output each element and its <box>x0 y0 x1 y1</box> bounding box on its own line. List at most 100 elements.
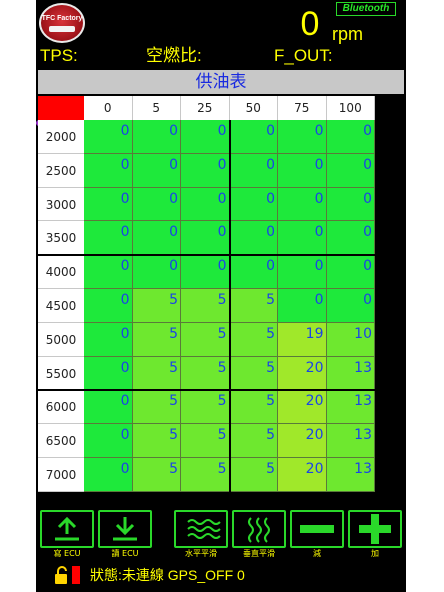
fuel-cell[interactable]: 0 <box>132 221 181 256</box>
row-header-rpm: 4500 <box>38 289 84 323</box>
read-ecu-button[interactable] <box>98 510 152 548</box>
fuel-cell[interactable]: 0 <box>181 153 230 188</box>
fuel-cell[interactable]: 5 <box>181 322 230 357</box>
fuel-cell[interactable]: 5 <box>132 356 181 391</box>
minus-button[interactable] <box>290 510 344 548</box>
fuel-cell[interactable]: 5 <box>132 322 181 357</box>
fuel-cell[interactable]: 13 <box>326 458 375 492</box>
fuel-cell[interactable]: 13 <box>326 424 375 458</box>
fuel-cell[interactable]: 19 <box>278 322 327 357</box>
fuel-cell[interactable]: 0 <box>278 187 327 222</box>
download-icon <box>113 517 137 541</box>
afr-label: 空燃比: <box>146 46 202 65</box>
fuel-cell[interactable]: 5 <box>132 458 181 492</box>
fuel-cell[interactable]: 0 <box>132 187 181 222</box>
fuel-cell[interactable]: 13 <box>326 390 375 425</box>
fuel-cell[interactable]: 0 <box>278 120 327 154</box>
fuel-cell[interactable]: 5 <box>181 458 230 492</box>
column-header: 25 <box>181 96 230 120</box>
logo-text: TFC Factory <box>41 15 83 22</box>
fuel-cell[interactable]: 5 <box>229 289 278 323</box>
fuel-cell[interactable]: 0 <box>84 221 133 256</box>
fuel-cell[interactable]: 0 <box>278 289 327 323</box>
fuel-cell[interactable]: 0 <box>326 221 375 256</box>
fuel-cell[interactable]: 5 <box>229 390 278 425</box>
fuel-cell[interactable]: 0 <box>132 153 181 188</box>
fuel-cell[interactable]: 0 <box>84 153 133 188</box>
rpm-value: 0 <box>300 5 320 43</box>
fuel-cell[interactable]: 5 <box>181 289 230 323</box>
fuel-cell[interactable]: 0 <box>84 255 133 289</box>
fuel-cell[interactable]: 0 <box>84 390 133 425</box>
fuel-cell[interactable]: 0 <box>229 221 278 256</box>
status-text: 狀態:未連線 GPS_OFF 0 <box>90 567 245 583</box>
vertical-wave-icon <box>248 517 270 543</box>
vertical-smooth-label: 垂直平滑 <box>243 549 275 558</box>
fuel-cell[interactable]: 0 <box>181 221 230 256</box>
fuel-cell[interactable]: 5 <box>229 322 278 357</box>
fuel-cell[interactable]: 0 <box>84 187 133 222</box>
unlock-icon[interactable] <box>54 566 70 584</box>
fuel-cell[interactable]: 0 <box>326 120 375 154</box>
fuel-cell[interactable]: 5 <box>132 289 181 323</box>
fuel-cell[interactable]: 5 <box>229 424 278 458</box>
fuel-cell[interactable]: 13 <box>326 356 375 391</box>
row-header-rpm: 2500 <box>38 153 84 188</box>
write-ecu-label: 寫 ECU <box>53 549 81 558</box>
fuel-cell[interactable]: 0 <box>132 255 181 289</box>
row-header-rpm: 4000 <box>38 255 84 289</box>
vertical-smooth-button[interactable] <box>232 510 286 548</box>
fuel-cell[interactable]: 20 <box>278 390 327 425</box>
fuel-cell[interactable]: 0 <box>326 255 375 289</box>
column-header: 5 <box>132 96 181 120</box>
fuel-cell[interactable]: 0 <box>181 187 230 222</box>
minus-icon <box>300 525 334 533</box>
fuel-cell[interactable]: 0 <box>84 424 133 458</box>
rpm-unit: rpm <box>332 24 363 44</box>
tps-label: TPS: <box>40 46 78 65</box>
fuel-cell[interactable]: 5 <box>132 424 181 458</box>
fuel-cell[interactable]: 0 <box>181 255 230 289</box>
fuel-cell[interactable]: 0 <box>278 221 327 256</box>
fuel-cell[interactable]: 0 <box>326 289 375 323</box>
fuel-cell[interactable]: 0 <box>229 255 278 289</box>
fuel-cell[interactable]: 0 <box>84 289 133 323</box>
fuel-cell[interactable]: 0 <box>326 187 375 222</box>
column-header: 50 <box>229 96 278 120</box>
fuel-cell[interactable]: 0 <box>278 153 327 188</box>
write-ecu-button[interactable] <box>40 510 94 548</box>
fuel-cell[interactable]: 0 <box>84 120 133 154</box>
bluetooth-button[interactable]: Bluetooth <box>336 2 396 16</box>
row-group-separator <box>38 389 375 392</box>
horizontal-smooth-button[interactable] <box>174 510 228 548</box>
row-header-rpm: 7000 <box>38 458 84 492</box>
fuel-cell[interactable]: 0 <box>278 255 327 289</box>
fuel-cell[interactable]: 0 <box>229 153 278 188</box>
row-header-rpm: 2000 <box>38 120 84 154</box>
column-header: 100 <box>326 96 375 120</box>
fuel-cell[interactable]: 0 <box>84 458 133 492</box>
fuel-cell[interactable]: 5 <box>229 458 278 492</box>
row-header-rpm: 6000 <box>38 390 84 425</box>
fuel-cell[interactable]: 5 <box>132 390 181 425</box>
fuel-cell[interactable]: 20 <box>278 424 327 458</box>
fuel-cell[interactable]: 0 <box>132 120 181 154</box>
fuel-cell[interactable]: 10 <box>326 322 375 357</box>
fuel-cell[interactable]: 0 <box>229 187 278 222</box>
column-group-separator <box>228 120 231 492</box>
fuel-cell[interactable]: 20 <box>278 356 327 391</box>
row-header-rpm: 3000 <box>38 187 84 222</box>
fuel-cell[interactable]: 0 <box>84 322 133 357</box>
fuel-cell[interactable]: 0 <box>181 120 230 154</box>
plus-button[interactable] <box>348 510 402 548</box>
fuel-cell[interactable]: 5 <box>181 424 230 458</box>
fuel-cell[interactable]: 5 <box>229 356 278 391</box>
tfc-factory-logo: TFC Factory <box>39 3 85 43</box>
fuel-cell[interactable]: 5 <box>181 356 230 391</box>
fuel-cell[interactable]: 20 <box>278 458 327 492</box>
fuel-cell[interactable]: 0 <box>229 120 278 154</box>
fout-label: F_OUT: <box>274 46 333 65</box>
fuel-cell[interactable]: 0 <box>84 356 133 391</box>
fuel-cell[interactable]: 0 <box>326 153 375 188</box>
fuel-cell[interactable]: 5 <box>181 390 230 425</box>
